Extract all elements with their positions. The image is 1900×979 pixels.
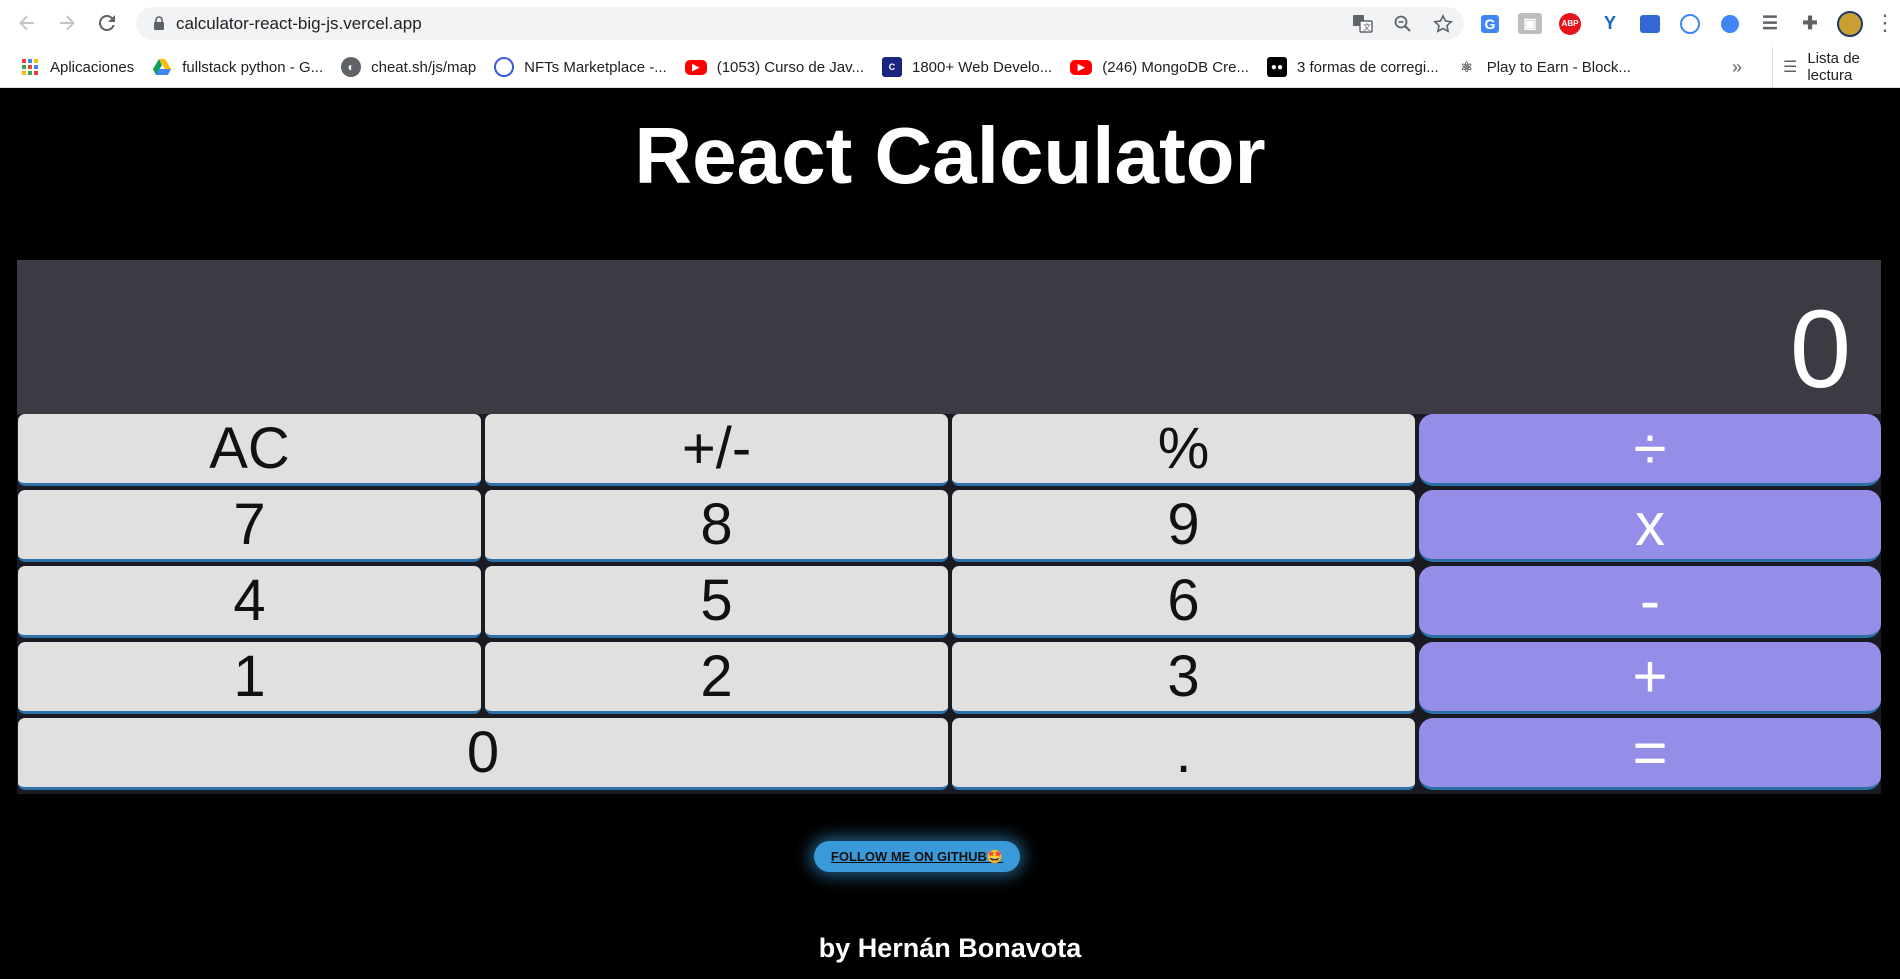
medium-icon: ●● bbox=[1266, 57, 1287, 77]
add-button[interactable]: + bbox=[1419, 642, 1881, 714]
digit-9-button[interactable]: 9 bbox=[952, 490, 1415, 562]
page-title: React Calculator bbox=[634, 111, 1266, 200]
screen-capture-ext-icon[interactable]: ▣ bbox=[1516, 10, 1544, 38]
bookmark-mongodb[interactable]: ▶ (246) MongoDB Cre... bbox=[1070, 47, 1249, 87]
chrome-menu-icon[interactable]: ⋮ bbox=[1874, 12, 1896, 34]
coderhouse-icon: C bbox=[882, 57, 902, 77]
divide-button[interactable]: ÷ bbox=[1419, 414, 1881, 486]
digit-2-button[interactable]: 2 bbox=[485, 642, 948, 714]
calendar-ext-icon[interactable] bbox=[1636, 10, 1664, 38]
digit-5-button[interactable]: 5 bbox=[485, 566, 948, 638]
youtube-icon: ▶ bbox=[1070, 59, 1093, 75]
bookmark-cheatsh[interactable]: ◐ cheat.sh/js/map bbox=[341, 47, 476, 87]
digit-0-button[interactable]: 0 bbox=[18, 718, 948, 790]
extensions-puzzle-icon[interactable]: ✚ bbox=[1796, 10, 1824, 38]
lock-icon bbox=[144, 16, 174, 31]
google-translate-ext-icon[interactable]: G bbox=[1476, 10, 1504, 38]
more-bookmarks-chevron-icon[interactable]: » bbox=[1732, 47, 1742, 87]
adblock-plus-icon[interactable]: ABP bbox=[1556, 10, 1584, 38]
browser-toolbar: calculator-react-big-js.vercel.app 文 G ▣… bbox=[0, 0, 1900, 47]
address-bar[interactable]: calculator-react-big-js.vercel.app 文 bbox=[136, 7, 1464, 40]
digit-8-button[interactable]: 8 bbox=[485, 490, 948, 562]
apps-grid-icon bbox=[20, 57, 40, 77]
digit-1-button[interactable]: 1 bbox=[18, 642, 481, 714]
bookmark-apps[interactable]: Aplicaciones bbox=[20, 47, 134, 87]
percent-button[interactable]: % bbox=[952, 414, 1415, 486]
bookmark-label: (1053) Curso de Jav... bbox=[716, 58, 864, 76]
globe-ext-icon[interactable] bbox=[1716, 10, 1744, 38]
clear-button[interactable]: AC bbox=[18, 414, 481, 486]
reading-list-label: Lista de lectura bbox=[1807, 50, 1860, 84]
digit-3-button[interactable]: 3 bbox=[952, 642, 1415, 714]
calculator-keypad: AC +/- % ÷ 7 8 9 x 4 5 6 - 1 2 3 + 0 . = bbox=[17, 414, 1881, 794]
svg-text:文: 文 bbox=[1363, 22, 1371, 32]
bookmark-curso-javascript[interactable]: ▶ (1053) Curso de Jav... bbox=[684, 47, 864, 87]
decimal-button[interactable]: . bbox=[952, 718, 1415, 790]
bookmark-nfts-marketplace[interactable]: NFTs Marketplace -... bbox=[494, 47, 667, 87]
equals-button[interactable]: = bbox=[1419, 718, 1881, 790]
bookmark-label: 3 formas de corregi... bbox=[1296, 58, 1439, 76]
bookmark-play-to-earn[interactable]: ⚛ Play to Earn - Block... bbox=[1457, 47, 1631, 87]
translate-icon[interactable]: 文 bbox=[1352, 13, 1374, 35]
back-button[interactable] bbox=[10, 6, 44, 40]
youtube-icon: ▶ bbox=[684, 59, 707, 75]
digit-6-button[interactable]: 6 bbox=[952, 566, 1415, 638]
bookmark-label: Aplicaciones bbox=[50, 58, 135, 76]
reload-icon bbox=[98, 14, 115, 31]
bookmark-label: fullstack python - G... bbox=[182, 58, 324, 76]
reload-button[interactable] bbox=[90, 6, 124, 40]
bookmark-web-developer[interactable]: C 1800+ Web Develo... bbox=[882, 47, 1052, 87]
follow-github-button[interactable]: FOLLOW ME ON GITHUB🤩 bbox=[814, 841, 1020, 872]
digit-7-button[interactable]: 7 bbox=[18, 490, 481, 562]
display-value: 0 bbox=[1789, 288, 1851, 411]
author-credit: by Hernán Bonavota bbox=[818, 933, 1082, 963]
bookmark-label: 1800+ Web Develo... bbox=[912, 58, 1053, 76]
bookmark-fullstack-python[interactable]: fullstack python - G... bbox=[152, 47, 323, 87]
bookmark-label: (246) MongoDB Cre... bbox=[1102, 58, 1249, 76]
back-arrow-icon bbox=[19, 15, 34, 31]
bookmark-formas-corregir[interactable]: ●● 3 formas de corregi... bbox=[1266, 47, 1439, 87]
compass-ext-icon[interactable] bbox=[1676, 10, 1704, 38]
globe-icon: ◐ bbox=[341, 57, 362, 77]
digit-4-button[interactable]: 4 bbox=[18, 566, 481, 638]
zoom-out-icon[interactable] bbox=[1392, 13, 1414, 35]
forward-button[interactable] bbox=[50, 6, 84, 40]
bookmark-label: Play to Earn - Block... bbox=[1486, 58, 1631, 76]
forward-arrow-icon bbox=[60, 15, 75, 31]
bookmark-label: NFTs Marketplace -... bbox=[524, 58, 667, 76]
network-icon: ⚛ bbox=[1460, 58, 1473, 75]
bookmark-star-icon[interactable] bbox=[1432, 13, 1454, 35]
bookmark-label: cheat.sh/js/map bbox=[371, 58, 477, 76]
reading-list-button[interactable]: ☰ Lista de lectura bbox=[1772, 47, 1900, 87]
subtract-button[interactable]: - bbox=[1419, 566, 1881, 638]
calculator-display: 0 bbox=[17, 260, 1881, 414]
extensions-bar: G ▣ ABP Y ☰ ✚ bbox=[1476, 7, 1864, 40]
server-ext-icon[interactable]: ☰ bbox=[1756, 10, 1784, 38]
bookmarks-bar: Aplicaciones fullstack python - G... ◐ c… bbox=[0, 47, 1900, 88]
toggle-sign-button[interactable]: +/- bbox=[485, 414, 948, 486]
fingerprint-icon bbox=[494, 57, 515, 77]
google-drive-icon bbox=[152, 57, 172, 77]
url-text: calculator-react-big-js.vercel.app bbox=[176, 13, 422, 33]
profile-avatar[interactable] bbox=[1836, 10, 1864, 38]
reading-list-icon: ☰ bbox=[1783, 59, 1798, 76]
metamask-fox-icon[interactable]: Y bbox=[1596, 10, 1624, 38]
multiply-button[interactable]: x bbox=[1419, 490, 1881, 562]
